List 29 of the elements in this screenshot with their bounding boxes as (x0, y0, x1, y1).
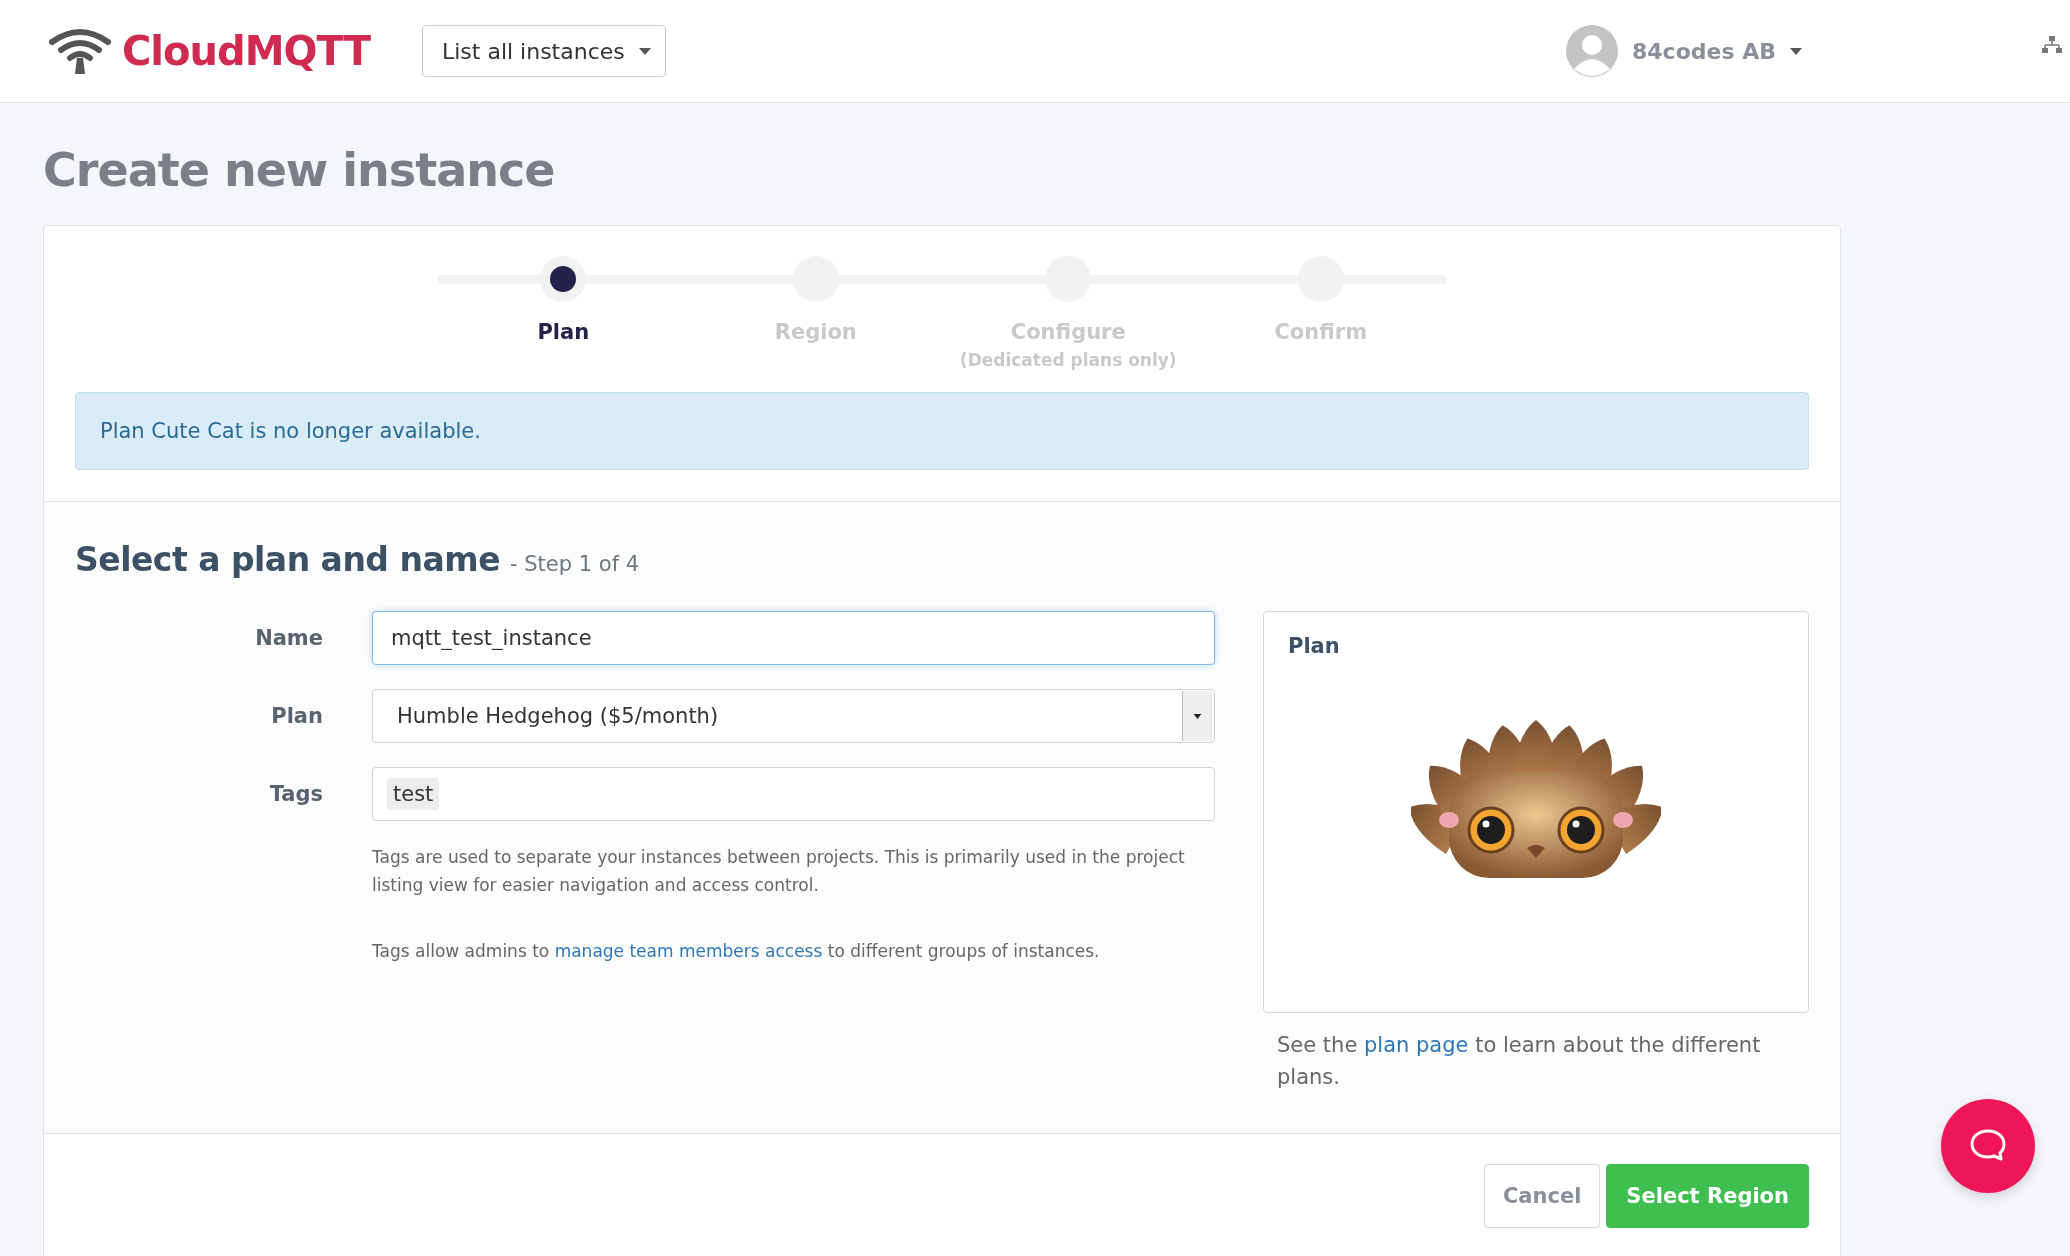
field-label: Name (254, 626, 323, 650)
field-label: Plan (270, 704, 323, 728)
step-counter: - Step 1 of 4 (510, 552, 640, 576)
info-alert: Plan Cute Cat is no longer available. (75, 392, 1809, 470)
name-input[interactable]: mqtt_test_instance (372, 611, 1215, 665)
avatar-icon (1566, 25, 1618, 77)
page-title: Create new instance (43, 142, 556, 199)
help-text: Tags allow admins to manage team members access to different groups of instances. (372, 940, 1101, 963)
cancel-button[interactable]: Cancel (1483, 1164, 1601, 1228)
caret-icon (1790, 47, 1802, 55)
field-label: Tags (268, 782, 323, 806)
logo[interactable]: CloudMQTT (48, 28, 370, 74)
instances-dropdown[interactable]: List all instances (421, 25, 666, 77)
network-icon[interactable] (2042, 36, 2062, 54)
plan-caption: See the plan page to learn about the different plans. (1276, 1032, 1762, 1091)
step-label[interactable]: Plan (537, 320, 590, 344)
tag-chip[interactable]: test (387, 778, 440, 810)
logo-text: CloudMQTT (122, 28, 370, 74)
help-text: Tags are used to separate your instances between projects. This is primarily used in the project listing view for easier navigation and access control. (372, 846, 1186, 897)
team-access-link[interactable]: manage team members access (554, 941, 823, 961)
select-region-button[interactable]: Select Region (1606, 1164, 1809, 1228)
plan-select[interactable]: Humble Hedgehog ($5/month) (372, 689, 1215, 743)
wifi-logo-icon (48, 28, 112, 74)
account-menu[interactable]: 84codes AB (1560, 24, 1808, 78)
tags-input[interactable]: test (372, 767, 1215, 821)
caret-icon (638, 47, 651, 55)
panel-title: Plan (1288, 634, 1341, 658)
plan-page-link[interactable]: plan page (1364, 1033, 1469, 1057)
section-title: Select a plan and name (75, 540, 500, 579)
